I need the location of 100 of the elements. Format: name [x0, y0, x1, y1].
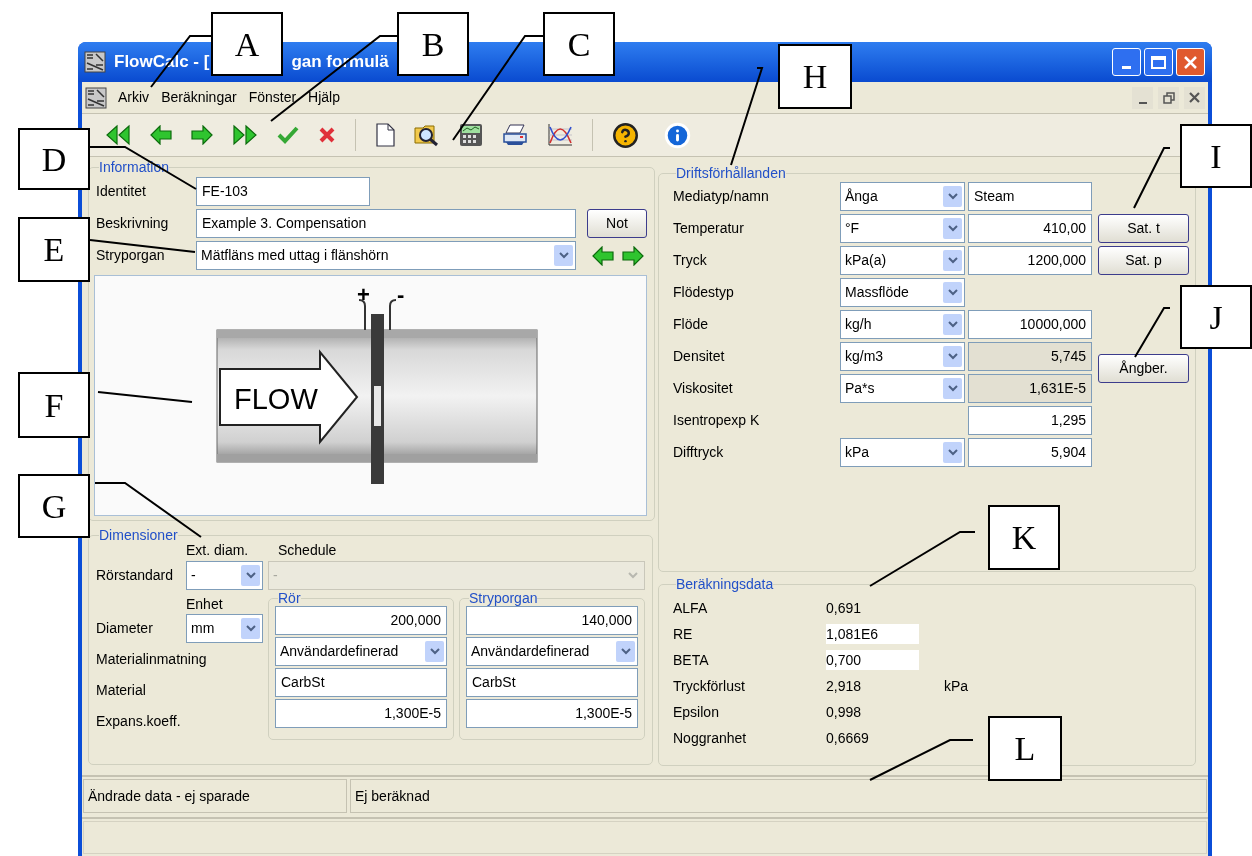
result-label: Noggranhet	[673, 728, 748, 748]
close-icon[interactable]	[1176, 48, 1205, 76]
result-value: 2,918	[826, 676, 863, 696]
dropdown[interactable]: Mätfläns med uttag i flänshörn	[196, 241, 576, 270]
action-button[interactable]: Ångber.	[1098, 354, 1189, 383]
dropdown[interactable]: -	[186, 561, 263, 590]
checkmark-icon[interactable]	[277, 126, 299, 144]
status-bar-panel: Ändrade data - ej sparade	[83, 779, 347, 813]
column-label: Schedule	[278, 541, 337, 556]
column-label: Enhet	[186, 595, 224, 613]
result-label: BETA	[673, 650, 710, 670]
input-field[interactable]: CarbSt	[275, 668, 447, 697]
input-field[interactable]: 10000,000	[968, 310, 1092, 339]
app-icon	[84, 51, 106, 73]
callout-label: G	[18, 474, 90, 538]
menu-item[interactable]: Hjälp	[302, 85, 346, 110]
note-button[interactable]: Not	[587, 209, 647, 238]
callout-label: J	[1180, 285, 1252, 349]
dropdown[interactable]: Användardefinerad	[466, 637, 638, 666]
input-field[interactable]: Example 3. Compensation	[196, 209, 576, 238]
input-field[interactable]: 140,000	[466, 606, 638, 635]
result-value: 0,700	[826, 650, 919, 670]
minimize-icon[interactable]	[1132, 86, 1153, 109]
result-label: ALFA	[673, 598, 709, 618]
field-label: Densitet	[673, 347, 726, 366]
dropdown[interactable]: kPa(a)	[840, 246, 965, 275]
callout-label: L	[988, 716, 1062, 781]
dropdown[interactable]: kg/h	[840, 310, 965, 339]
field-label: Isentropexp K	[673, 411, 761, 430]
field-label: Tryck	[673, 251, 708, 270]
callout-label: A	[211, 12, 283, 76]
cross-icon[interactable]	[318, 126, 336, 144]
input-field[interactable]: 1,300E-5	[466, 699, 638, 728]
close-icon[interactable]	[1184, 86, 1205, 109]
right-arrow-icon[interactable]	[622, 245, 644, 266]
fast-forward-icon[interactable]	[232, 124, 258, 146]
input-field[interactable]: 5,745	[968, 342, 1092, 371]
status-bar-panel: Ej beräknad	[350, 779, 1207, 813]
input-field[interactable]: 5,904	[968, 438, 1092, 467]
minus-label: -	[397, 282, 405, 307]
flow-label: FLOW	[234, 383, 318, 415]
dropdown[interactable]: Ånga	[840, 182, 965, 211]
input-field[interactable]: FE-103	[196, 177, 370, 206]
left-arrow-icon[interactable]	[150, 125, 172, 145]
info-icon[interactable]	[664, 121, 691, 149]
input-field[interactable]: Steam	[968, 182, 1092, 211]
field-label: Beskrivning	[96, 214, 169, 233]
group-title: Beräkningsdata	[676, 576, 774, 592]
field-label: Identitet	[96, 182, 146, 201]
callout-label: H	[778, 44, 852, 109]
column-label: Ext. diam.	[186, 541, 250, 556]
folder-search-icon[interactable]	[414, 123, 440, 147]
leader-line	[1134, 307, 1171, 358]
menu-item[interactable]: Beräkningar	[155, 85, 243, 110]
chart-icon[interactable]	[547, 123, 573, 147]
action-button[interactable]: Sat. p	[1098, 246, 1189, 275]
menu-item[interactable]: Arkiv	[112, 85, 156, 110]
printer-icon[interactable]	[502, 124, 528, 146]
result-label: RE	[673, 624, 694, 644]
plus-label: +	[357, 282, 370, 307]
field-label: Difftryck	[673, 443, 725, 462]
calculator-icon[interactable]	[459, 123, 483, 147]
callout-label: K	[988, 505, 1060, 570]
dropdown[interactable]: Pa*s	[840, 374, 965, 403]
maximize-icon[interactable]	[1144, 48, 1173, 76]
group-title: Dimensioner	[99, 527, 178, 543]
input-field[interactable]: 200,000	[275, 606, 447, 635]
input-field[interactable]: CarbSt	[466, 668, 638, 697]
restore-icon[interactable]	[1158, 86, 1179, 109]
group-title: Driftsförhållanden	[676, 165, 786, 181]
callout-label: C	[543, 12, 615, 76]
help-icon[interactable]	[612, 121, 639, 149]
input-field[interactable]: 1,300E-5	[275, 699, 447, 728]
dropdown[interactable]: kg/m3	[840, 342, 965, 371]
action-button[interactable]: Sat. t	[1098, 214, 1189, 243]
minimize-icon[interactable]	[1112, 48, 1141, 76]
dropdown[interactable]: kPa	[840, 438, 965, 467]
right-arrow-icon[interactable]	[191, 125, 213, 145]
input-field[interactable]: 1,295	[968, 406, 1092, 435]
dropdown[interactable]: mm	[186, 614, 263, 643]
group-title: Stryporgan	[469, 590, 538, 606]
input-field[interactable]: 1200,000	[968, 246, 1092, 275]
app-icon	[85, 86, 107, 109]
menu-item[interactable]: Fönster	[242, 85, 303, 110]
callout-label: F	[18, 372, 90, 438]
dropdown[interactable]: Användardefinerad	[275, 637, 447, 666]
result-unit: kPa	[944, 676, 969, 696]
rewind-icon[interactable]	[105, 124, 131, 146]
input-field[interactable]: 1,631E-5	[968, 374, 1092, 403]
result-label: Tryckförlust	[673, 676, 746, 696]
dropdown[interactable]: Massflöde	[840, 278, 965, 307]
dropdown[interactable]: °F	[840, 214, 965, 243]
field-label: Flöde	[673, 315, 710, 334]
new-document-icon[interactable]	[375, 123, 395, 147]
left-arrow-icon[interactable]	[592, 245, 614, 266]
field-label: Stryporgan	[96, 246, 165, 265]
input-field[interactable]: 410,00	[968, 214, 1092, 243]
callout-label: E	[18, 217, 90, 282]
result-value: 0,6669	[826, 728, 870, 748]
field-label: Viskositet	[673, 379, 734, 398]
